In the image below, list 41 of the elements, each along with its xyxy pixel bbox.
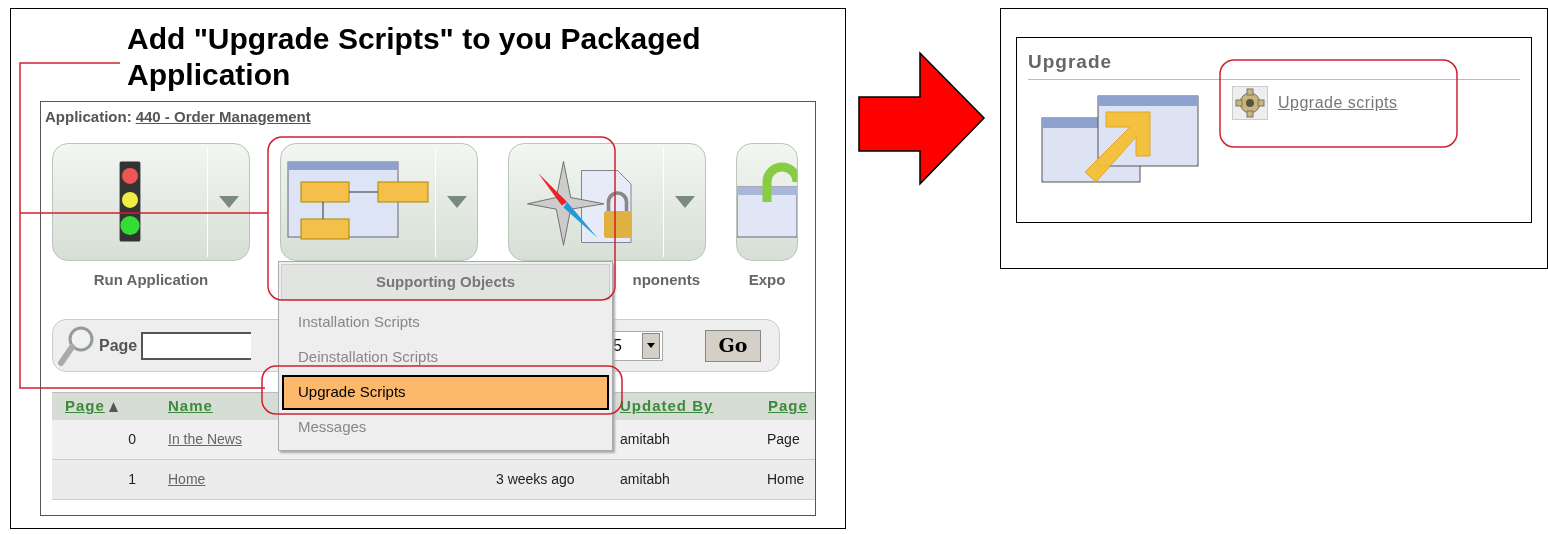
go-button[interactable]: Go [705, 329, 761, 362]
section-title: Upgrade [1028, 48, 1520, 80]
app-tile[interactable] [508, 142, 706, 261]
caret-icon [446, 195, 467, 208]
menu-item[interactable]: Upgrade Scripts [282, 375, 609, 410]
upgrade-scripts-link[interactable]: Upgrade scripts [1278, 90, 1398, 115]
table-cell: Page [767, 431, 800, 447]
tile-label: nponents [632, 269, 701, 290]
search-field[interactable] [141, 331, 252, 360]
tutorial-heading: Add "Upgrade Scripts" to you Packaged Application [126, 21, 702, 93]
menu-item[interactable]: Messages [282, 410, 609, 445]
search-icon [57, 324, 95, 367]
table-cell: amitabh [620, 471, 670, 487]
table-cell: 3 weeks ago [496, 471, 575, 487]
select-value: 5 [613, 335, 622, 356]
search-label: Page [99, 335, 138, 356]
menu-header: Supporting Objects [281, 264, 610, 300]
column-header[interactable]: Page [768, 395, 808, 418]
app-tile[interactable] [52, 142, 250, 261]
table-cell: amitabh [620, 431, 670, 447]
column-header[interactable]: Page [65, 395, 118, 418]
page-link[interactable]: In the News [168, 431, 242, 447]
menu-item[interactable]: Deinstallation Scripts [282, 340, 609, 375]
column-header[interactable]: Updated By [620, 395, 714, 418]
app-tile[interactable] [280, 142, 478, 261]
menu-item[interactable]: Installation Scripts [282, 305, 609, 340]
table-cell: 1 [128, 471, 136, 487]
caret-icon [218, 195, 239, 208]
tile-label: Run Application [93, 269, 209, 290]
caret-icon [647, 343, 655, 348]
right-arrow-icon [858, 51, 986, 186]
table-cell: Home [767, 471, 805, 487]
app-tile[interactable] [736, 142, 798, 261]
column-header[interactable]: Name [168, 395, 213, 418]
gear-icon [1232, 85, 1268, 120]
caret-icon [674, 195, 695, 208]
application-link[interactable]: 440 - Order Management [135, 106, 311, 129]
tile-label: Expo [748, 269, 786, 290]
application-label: Application: [45, 107, 132, 127]
page-link[interactable]: Home [168, 471, 206, 487]
table-cell: 0 [128, 431, 136, 447]
